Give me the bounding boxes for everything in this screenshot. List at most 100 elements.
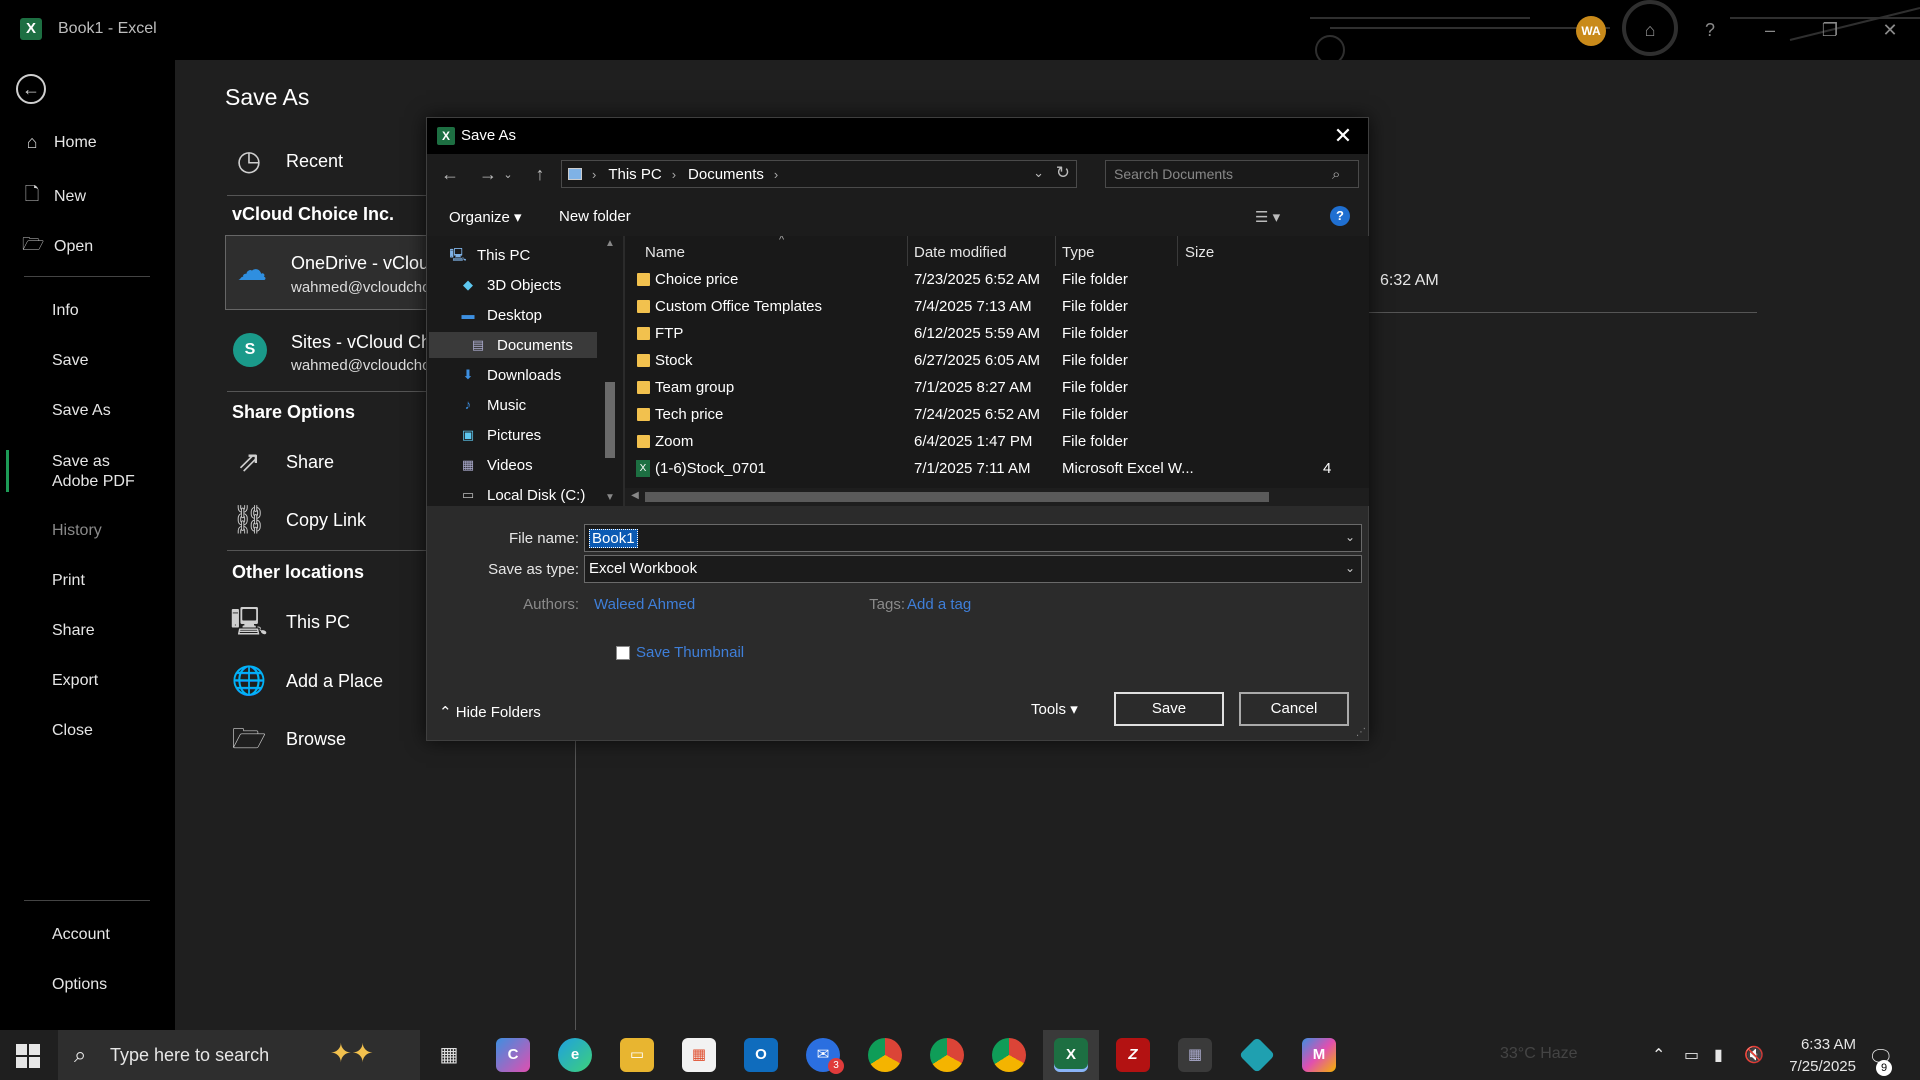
- breadcrumb-documents[interactable]: Documents: [688, 166, 764, 183]
- new-folder-button[interactable]: New folder: [559, 208, 631, 225]
- file-row[interactable]: Choice price 7/23/2025 6:52 AM File folder: [625, 266, 1345, 293]
- clock-date[interactable]: 7/25/2025: [1778, 1058, 1856, 1075]
- column-name[interactable]: Name: [645, 244, 685, 261]
- copy-link-option[interactable]: ⛓ Copy Link: [230, 501, 366, 539]
- minimize-icon[interactable]: –: [1756, 16, 1784, 44]
- nav-account[interactable]: Account: [52, 926, 110, 944]
- scrollbar-thumb[interactable]: [645, 492, 1269, 502]
- nav-close[interactable]: Close: [52, 722, 93, 740]
- nav-info[interactable]: Info: [52, 302, 79, 320]
- column-separator[interactable]: [1177, 236, 1178, 266]
- tree-item-downloads[interactable]: ⬇ Downloads: [459, 362, 562, 388]
- nav-export[interactable]: Export: [52, 672, 98, 690]
- volume-muted-icon[interactable]: 🔇: [1744, 1045, 1764, 1065]
- tree-item-this-pc[interactable]: 🖳 This PC: [449, 242, 530, 268]
- location-recent[interactable]: ◷ Recent: [230, 142, 343, 180]
- up-icon[interactable]: ↑: [527, 164, 553, 185]
- file-row[interactable]: FTP 6/12/2025 5:59 AM File folder: [625, 320, 1345, 347]
- column-size[interactable]: Size: [1185, 244, 1214, 261]
- file-list-hscrollbar[interactable]: ◀ ▶: [625, 488, 1369, 506]
- nav-home[interactable]: ⌂ Home: [22, 132, 97, 153]
- nav-open[interactable]: 🗁 Open: [22, 232, 93, 262]
- scroll-down-icon[interactable]: ▼: [604, 492, 616, 503]
- nav-save-as[interactable]: Save As: [52, 402, 111, 420]
- column-type[interactable]: Type: [1062, 244, 1095, 261]
- scroll-left-icon[interactable]: ◀: [629, 490, 641, 501]
- windows-start-icon[interactable]: [16, 1044, 40, 1068]
- file-row[interactable]: Custom Office Templates 7/4/2025 7:13 AM F…: [625, 293, 1345, 320]
- scrollbar-thumb[interactable]: [605, 382, 615, 458]
- coauthoring-icon[interactable]: ⌂: [1636, 16, 1664, 44]
- copilot-icon[interactable]: C: [496, 1038, 530, 1072]
- column-date-modified[interactable]: Date modified: [914, 244, 1007, 261]
- edge-icon[interactable]: e: [558, 1038, 592, 1072]
- back-icon[interactable]: ←: [437, 164, 463, 185]
- chrome-icon[interactable]: [930, 1038, 964, 1072]
- close-window-icon[interactable]: ✕: [1876, 16, 1904, 44]
- column-separator[interactable]: [907, 236, 908, 266]
- tree-item-desktop[interactable]: ▬ Desktop: [459, 302, 543, 328]
- tree-item-pictures[interactable]: ▣ Pictures: [459, 422, 541, 448]
- resize-grip-icon[interactable]: ⋰: [1356, 727, 1366, 738]
- weather-widget[interactable]: 33°C Haze: [1500, 1045, 1578, 1063]
- nav-save-as-pdf[interactable]: Save as Adobe PDF: [52, 452, 152, 492]
- filezilla-icon[interactable]: Z: [1116, 1038, 1150, 1072]
- tree-item-videos[interactable]: ▦ Videos: [459, 452, 533, 478]
- nav-options[interactable]: Options: [52, 976, 107, 994]
- chrome-icon[interactable]: [868, 1038, 902, 1072]
- excel-taskbar-icon[interactable]: X: [1054, 1038, 1088, 1072]
- chrome-icon[interactable]: [992, 1038, 1026, 1072]
- view-options-icon[interactable]: ☰ ▾: [1255, 208, 1280, 226]
- tree-item-3d-objects[interactable]: ◆ 3D Objects: [459, 272, 561, 298]
- clock-time[interactable]: 6:33 AM: [1784, 1036, 1856, 1053]
- cancel-button[interactable]: Cancel: [1239, 692, 1349, 726]
- chevron-down-icon[interactable]: ⌄: [1345, 530, 1355, 544]
- add-tag-link[interactable]: Add a tag: [907, 596, 971, 613]
- dialog-close-icon[interactable]: ✕: [1328, 122, 1358, 150]
- tree-scrollbar[interactable]: ▲ ▼: [601, 236, 619, 506]
- location-add-place[interactable]: 🌐 Add a Place: [230, 662, 384, 700]
- location-this-pc[interactable]: 🖳 This PC: [230, 603, 350, 641]
- search-input[interactable]: Search Documents: [1105, 160, 1359, 188]
- user-avatar[interactable]: WA: [1576, 16, 1606, 46]
- share-option[interactable]: ⇗ Share: [230, 443, 334, 481]
- battery-icon[interactable]: ▮: [1714, 1045, 1723, 1065]
- tree-item-local-disk[interactable]: ▭ Local Disk (C:): [459, 482, 586, 506]
- file-name-input[interactable]: Book1 ⌄: [584, 524, 1362, 552]
- chevron-down-icon[interactable]: ⌄: [1345, 561, 1355, 575]
- calculator-icon[interactable]: ▦: [1178, 1038, 1212, 1072]
- file-row[interactable]: Stock 6/27/2025 6:05 AM File folder: [625, 347, 1345, 374]
- column-separator[interactable]: [1055, 236, 1056, 266]
- recent-locations-icon[interactable]: ⌄: [495, 168, 521, 181]
- network-icon[interactable]: ▭: [1684, 1045, 1699, 1065]
- chevron-up-icon[interactable]: ⌃: [1652, 1045, 1665, 1065]
- help-icon[interactable]: ?: [1330, 206, 1350, 226]
- nav-save[interactable]: Save: [52, 352, 88, 370]
- breadcrumb-this-pc[interactable]: This PC: [608, 166, 661, 183]
- authors-value[interactable]: Waleed Ahmed: [594, 596, 695, 613]
- file-row[interactable]: Zoom 6/4/2025 1:47 PM File folder: [625, 428, 1345, 455]
- restore-icon[interactable]: ❐: [1816, 16, 1844, 44]
- nav-share[interactable]: Share: [52, 622, 95, 640]
- address-bar[interactable]: › This PC › Documents › ⌄ ↻: [561, 160, 1077, 188]
- scroll-up-icon[interactable]: ▲: [604, 238, 616, 249]
- outlook-icon[interactable]: O: [744, 1038, 778, 1072]
- save-thumbnail-checkbox[interactable]: [616, 646, 630, 660]
- location-browse[interactable]: 🗁 Browse: [230, 720, 346, 758]
- taskbar-search[interactable]: ⌕ Type here to search ✦✦: [58, 1030, 420, 1080]
- save-button[interactable]: Save: [1114, 692, 1224, 726]
- save-thumbnail-label[interactable]: Save Thumbnail: [636, 644, 744, 661]
- microsoft-365-icon[interactable]: M: [1302, 1038, 1336, 1072]
- tree-item-music[interactable]: ♪ Music: [459, 392, 526, 418]
- refresh-icon[interactable]: ↻: [1056, 163, 1070, 183]
- file-explorer-icon[interactable]: ▭: [620, 1038, 654, 1072]
- hide-folders-button[interactable]: ⌃ Hide Folders: [439, 703, 541, 721]
- nav-new[interactable]: 🗋 New: [22, 182, 86, 212]
- microsoft-store-icon[interactable]: ▦: [682, 1038, 716, 1072]
- help-icon[interactable]: ?: [1696, 16, 1724, 44]
- nav-print[interactable]: Print: [52, 572, 85, 590]
- tree-item-documents[interactable]: ▤ Documents: [429, 332, 597, 358]
- organize-button[interactable]: Organize ▾: [449, 208, 522, 226]
- app-icon[interactable]: [1238, 1036, 1276, 1074]
- back-arrow-icon[interactable]: ←: [16, 74, 46, 104]
